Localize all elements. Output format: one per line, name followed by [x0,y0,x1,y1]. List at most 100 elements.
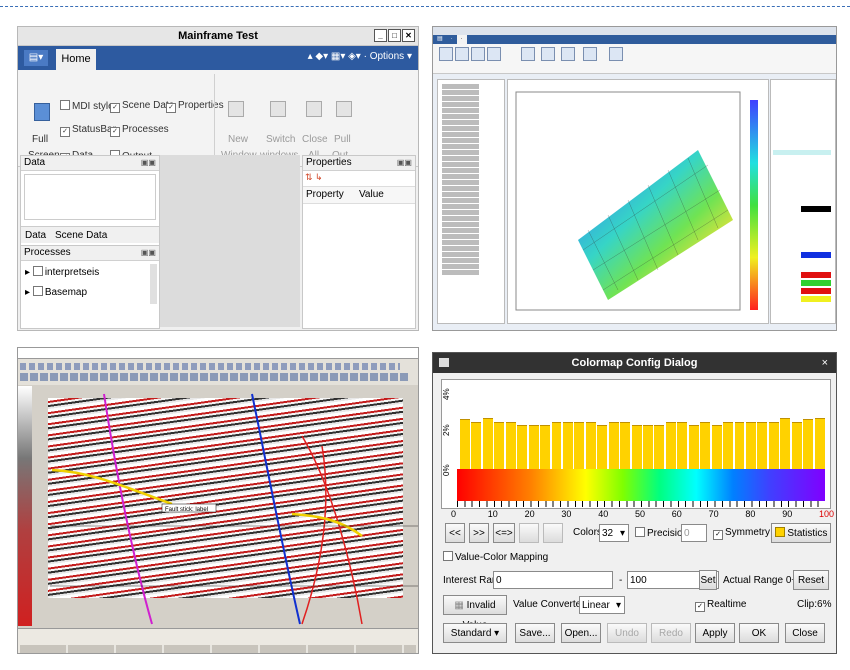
scene-data-checkbox[interactable]: ✓ Scene Data [110,100,174,113]
colors-select[interactable]: 32 ▾ [599,524,629,542]
x-tick-label: 10 [487,509,498,519]
windows-taskbar[interactable] [20,645,416,653]
y-tick-label: 2% [442,424,451,436]
scrollbar[interactable] [150,264,157,304]
x-tick-label: 40 [598,509,609,519]
value-column-header: Value [359,189,384,200]
property-column-header: Property [306,189,344,200]
processes-checkbox[interactable]: ✓ Processes [110,124,169,137]
statistics-button[interactable]: Statistics [771,523,831,543]
process-item[interactable]: ▸ Basemap [25,286,87,298]
app-menu-button[interactable]: ▤▾ [24,50,48,66]
apply-button[interactable]: Apply [695,623,735,643]
seismic-section-window: Fault stick: label [17,347,419,654]
ok-button[interactable]: OK [739,623,779,643]
symmetry-checkbox[interactable]: ✓ Symmetry [713,527,770,540]
tab-active[interactable]: · [456,35,467,44]
y-tick-label: 4% [442,388,451,400]
fault-line [103,393,153,625]
basemap-view[interactable] [507,79,769,324]
close-all-icon [306,101,322,117]
statusbar-checkbox[interactable]: ✓ StatusBar [60,124,116,137]
switch-windows-icon [270,101,286,117]
pan-icon [471,47,485,61]
value-color-mapping-checkbox[interactable]: Value-Color Mapping [443,551,548,563]
style-icon[interactable]: ▴ ◆▾ ▦▾ ◈▾ · [308,51,370,62]
data-tree[interactable] [24,174,156,220]
properties-table-header: Property Value [303,186,415,204]
layout-icon [561,47,575,61]
dock-close-icon[interactable]: ▣▣ [141,156,156,170]
toolbar-icons[interactable] [20,373,410,381]
invalid-value-button[interactable]: ▦ Invalid Value [443,595,507,631]
horizon-line [291,512,363,538]
tab-home[interactable]: Home [56,49,96,70]
y-tick-label: 0% [442,464,451,476]
close-button[interactable]: ✕ [402,29,415,42]
disabled-button[interactable] [519,523,539,543]
colorbar [750,100,758,310]
dock-close-icon[interactable]: ▣▣ [141,246,156,260]
property-panel[interactable] [770,79,836,324]
ribbon-tabbar: ▤▾ Home ▴ ◆▾ ▦▾ ◈▾ · Options ▾ [18,46,418,70]
color-ramp[interactable] [457,469,825,501]
statusbar [18,628,418,653]
swap-button[interactable]: <=> [493,523,515,543]
project-tree[interactable] [437,79,505,324]
switch-windows-button[interactable]: Switch [266,134,295,145]
x-tick-label: 50 [635,509,646,519]
close-all-button[interactable]: Close [302,134,328,145]
disabled-button[interactable] [543,523,563,543]
save-button[interactable]: Save... [515,623,555,643]
process-item[interactable]: ▸ interpretseis [25,266,99,278]
curve-icon [609,47,623,61]
app-icon [439,358,449,367]
tab-scene-data[interactable]: Scene Data [55,230,107,241]
set-button[interactable]: Set [699,570,717,590]
new-window-icon [228,101,244,117]
close-button[interactable]: Close [785,623,825,643]
taskbar-top [18,348,418,359]
dock-close-icon[interactable]: ▣▣ [397,156,412,170]
realtime-checkbox[interactable]: ✓ Realtime [695,599,746,612]
tab-data[interactable]: Data [25,230,46,241]
x-tick-label: 80 [745,509,756,519]
close-icon[interactable]: × [822,353,828,373]
move-left-button[interactable]: << [445,523,465,543]
properties-dock: Properties ▣▣ ⇅ ↳ Property Value [302,155,416,329]
value-converter-label: Value Converter [513,599,585,610]
color-swatch [801,296,831,302]
redo-button[interactable]: Redo [651,623,691,643]
move-right-button[interactable]: >> [469,523,489,543]
precision-spinner[interactable]: 0 [681,524,707,542]
fit-icon [487,47,501,61]
clip-label: Clip:6% [797,599,832,610]
full-screen-icon [34,103,50,121]
mainframe-titlebar: Mainframe Test _ □ ✕ [18,27,418,46]
open-button[interactable]: Open... [561,623,601,643]
reset-button[interactable]: Reset [793,570,829,590]
undo-button[interactable]: Undo [607,623,647,643]
tab-home[interactable]: · [447,35,457,44]
seismic-app-window: ▤ · · [432,26,837,331]
horizon-line [51,468,173,506]
seismic-app-tabs: ▤ · · [433,35,836,44]
sort-icon[interactable]: ⇅ ↳ [305,172,323,183]
value-converter-select[interactable]: Linear ▾ [579,596,625,614]
range-min-input[interactable]: 0 [493,571,613,589]
maximize-button[interactable]: □ [388,29,401,42]
new-window-button[interactable]: New [228,134,248,145]
dialog-title: Colormap Config Dialog [571,357,698,369]
color-swatch [773,150,831,155]
standard-button[interactable]: Standard ▾ [443,623,507,643]
color-swatch [801,288,831,294]
axis-ticks [457,501,825,507]
toolbar-icons[interactable] [20,363,400,370]
pull-out-button[interactable]: Pull [334,134,351,145]
minimize-button[interactable]: _ [374,29,387,42]
options-menu[interactable]: Options [370,51,404,62]
app-menu-button[interactable]: ▤ [433,35,447,44]
colors-label: Colors [573,527,602,538]
full-screen-button[interactable]: Full [32,134,48,145]
mdi-style-checkbox[interactable]: MDI style [60,100,114,112]
